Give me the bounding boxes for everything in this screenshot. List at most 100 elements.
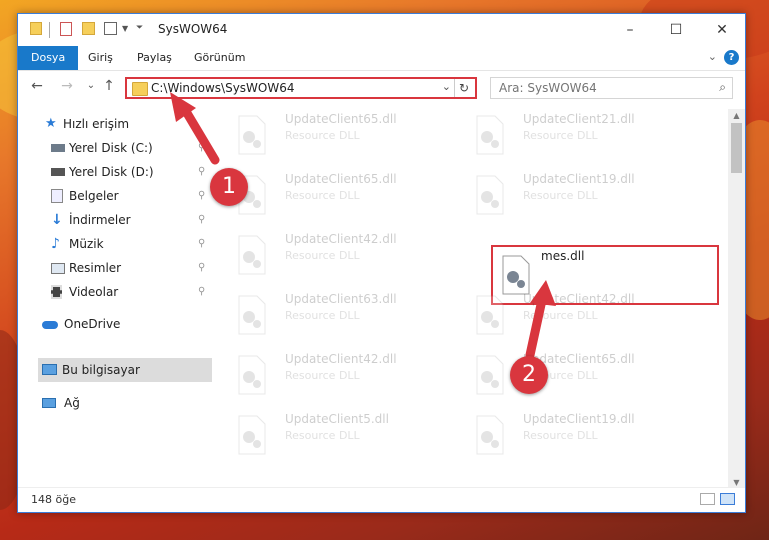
sidebar-item-label: Yerel Disk (C:) <box>69 141 153 155</box>
scroll-down-icon[interactable]: ▼ <box>728 478 745 487</box>
dll-file-icon <box>237 235 267 275</box>
new-folder-icon[interactable] <box>82 22 95 35</box>
step-2-badge: 2 <box>510 356 548 394</box>
tab-gorunum[interactable]: Görünüm <box>184 46 255 70</box>
pin-icon[interactable]: ⚲ <box>198 142 205 153</box>
music-icon: ♪ <box>51 236 60 252</box>
sidebar-item-network[interactable]: Ağ <box>42 391 202 415</box>
sidebar-item-disk-c[interactable]: Yerel Disk (C:) <box>51 136 211 160</box>
sidebar-item-quick-access[interactable]: ★ Hızlı erişim <box>45 112 205 136</box>
file-item[interactable]: UpdateClient42.dll Resource DLL <box>225 349 455 405</box>
sidebar-item-videos[interactable]: Videolar <box>51 280 211 304</box>
file-name: UpdateClient42.dll <box>285 232 397 246</box>
forward-icon[interactable]: → <box>58 78 76 94</box>
dll-file-icon <box>475 115 505 155</box>
file-name: UpdateClient42.dll <box>523 292 635 306</box>
pin-icon[interactable]: ⚲ <box>198 190 205 201</box>
download-icon: ↓ <box>51 212 63 228</box>
sidebar-item-onedrive[interactable]: OneDrive <box>42 312 202 336</box>
file-item[interactable]: UpdateClient63.dll Resource DLL <box>225 289 455 345</box>
pin-icon[interactable]: ⚲ <box>198 238 205 249</box>
file-item[interactable]: UpdateClient19.dll Resource DLL <box>463 169 693 225</box>
file-description: Resource DLL <box>285 249 360 262</box>
file-item[interactable]: UpdateClient42.dll Resource DLL <box>225 229 455 285</box>
file-item[interactable]: UpdateClient65.dll Resource DLL <box>463 349 693 405</box>
dll-file-icon <box>237 355 267 395</box>
file-description: Resource DLL <box>285 129 360 142</box>
file-name: UpdateClient21.dll <box>523 112 635 126</box>
pictures-icon <box>51 263 65 274</box>
file-name: mes.dll <box>541 249 585 263</box>
pin-icon[interactable]: ⚲ <box>198 262 205 273</box>
ribbon-tabs: Dosya Giriş Paylaş Görünüm ⌄ ? <box>18 46 745 71</box>
file-name: UpdateClient42.dll <box>285 352 397 366</box>
sidebar-item-label: Müzik <box>69 237 104 251</box>
close-button[interactable]: ✕ <box>699 14 745 46</box>
file-item[interactable]: UpdateClient21.dll Resource DLL <box>463 109 693 165</box>
folder-icon <box>30 22 42 35</box>
back-icon[interactable]: ← <box>28 78 46 94</box>
documents-icon <box>51 189 63 203</box>
expand-ribbon-icon[interactable]: ⌄ <box>708 50 717 63</box>
file-item[interactable]: UpdateClient65.dll Resource DLL <box>225 169 455 225</box>
file-description: Resource DLL <box>523 189 598 202</box>
scroll-up-icon[interactable]: ▲ <box>728 111 745 120</box>
sidebar-item-label: İndirmeler <box>69 213 131 227</box>
sidebar-item-music[interactable]: ♪ Müzik <box>51 232 211 256</box>
file-list: UpdateClient65.dll Resource DLL UpdateCl… <box>225 109 730 489</box>
file-item[interactable]: UpdateClient65.dll Resource DLL <box>225 109 455 165</box>
details-view-icon[interactable] <box>700 493 715 505</box>
window-title: SysWOW64 <box>158 22 228 36</box>
tab-giris[interactable]: Giriş <box>78 46 123 70</box>
vertical-scrollbar[interactable]: ▲ ▼ <box>728 109 745 489</box>
drive-icon <box>51 168 65 176</box>
sidebar-item-disk-d[interactable]: Yerel Disk (D:) <box>51 160 211 184</box>
properties-icon[interactable] <box>60 22 72 36</box>
sidebar-item-label: Yerel Disk (D:) <box>69 165 154 179</box>
minimize-button[interactable]: – <box>607 14 653 46</box>
title-bar: ▼ ⏷ SysWOW64 – ☐ ✕ <box>18 14 745 46</box>
search-input[interactable] <box>497 80 701 96</box>
address-bar[interactable]: C:\Windows\SysWOW64 ⌄ ↻ <box>125 77 477 99</box>
sidebar-item-documents[interactable]: Belgeler <box>51 184 211 208</box>
tab-dosya[interactable]: Dosya <box>18 46 79 70</box>
address-path[interactable]: C:\Windows\SysWOW64 <box>151 81 295 95</box>
pin-icon[interactable]: ⚲ <box>198 286 205 297</box>
customize-toolbar-icon[interactable] <box>104 22 117 35</box>
search-box[interactable]: ⌕ <box>490 77 733 99</box>
pin-icon[interactable]: ⚲ <box>198 166 205 177</box>
file-description: Resource DLL <box>285 309 360 322</box>
explorer-window: ▼ ⏷ SysWOW64 – ☐ ✕ Dosya Giriş Paylaş Gö… <box>17 13 746 513</box>
maximize-button[interactable]: ☐ <box>653 14 699 46</box>
file-name: UpdateClient63.dll <box>285 292 397 306</box>
refresh-icon[interactable]: ↻ <box>454 79 473 97</box>
file-description: Resource DLL <box>285 189 360 202</box>
dll-file-icon <box>475 295 505 335</box>
status-bar: 148 öğe <box>18 487 745 512</box>
pin-icon[interactable]: ⚲ <box>198 214 205 225</box>
file-item[interactable]: UpdateClient5.dll Resource DLL <box>225 409 455 465</box>
dll-file-icon <box>237 415 267 455</box>
sidebar-item-this-pc[interactable]: Bu bilgisayar <box>38 358 212 382</box>
dropdown-arrow-icon[interactable]: ▼ <box>122 24 128 40</box>
qa-dropdown-icon[interactable]: ⏷ <box>136 23 143 39</box>
network-icon <box>42 398 56 408</box>
up-icon[interactable]: ↑ <box>100 78 118 94</box>
search-icon[interactable]: ⌕ <box>719 80 726 95</box>
help-icon[interactable]: ? <box>724 50 739 65</box>
large-icons-view-icon[interactable] <box>720 493 735 505</box>
file-item[interactable]: UpdateClient42.dll Resource DLL <box>463 289 693 345</box>
address-dropdown-icon[interactable]: ⌄ <box>442 80 451 93</box>
sidebar-item-downloads[interactable]: ↓ İndirmeler <box>51 208 211 232</box>
sidebar-item-label: Videolar <box>69 285 119 299</box>
sidebar-item-label: Hızlı erişim <box>63 117 130 131</box>
sidebar-item-label: Belgeler <box>69 189 119 203</box>
navigation-pane: ★ Hızlı erişim Yerel Disk (C:) ⚲ Yerel D… <box>18 109 213 489</box>
tab-paylas[interactable]: Paylaş <box>127 46 182 70</box>
sidebar-item-pictures[interactable]: Resimler <box>51 256 211 280</box>
file-item[interactable]: UpdateClient19.dll Resource DLL <box>463 409 693 465</box>
drive-icon <box>51 144 65 152</box>
recent-locations-icon[interactable]: ⌄ <box>82 80 100 91</box>
scrollbar-thumb[interactable] <box>731 123 742 173</box>
cloud-icon <box>42 321 58 329</box>
